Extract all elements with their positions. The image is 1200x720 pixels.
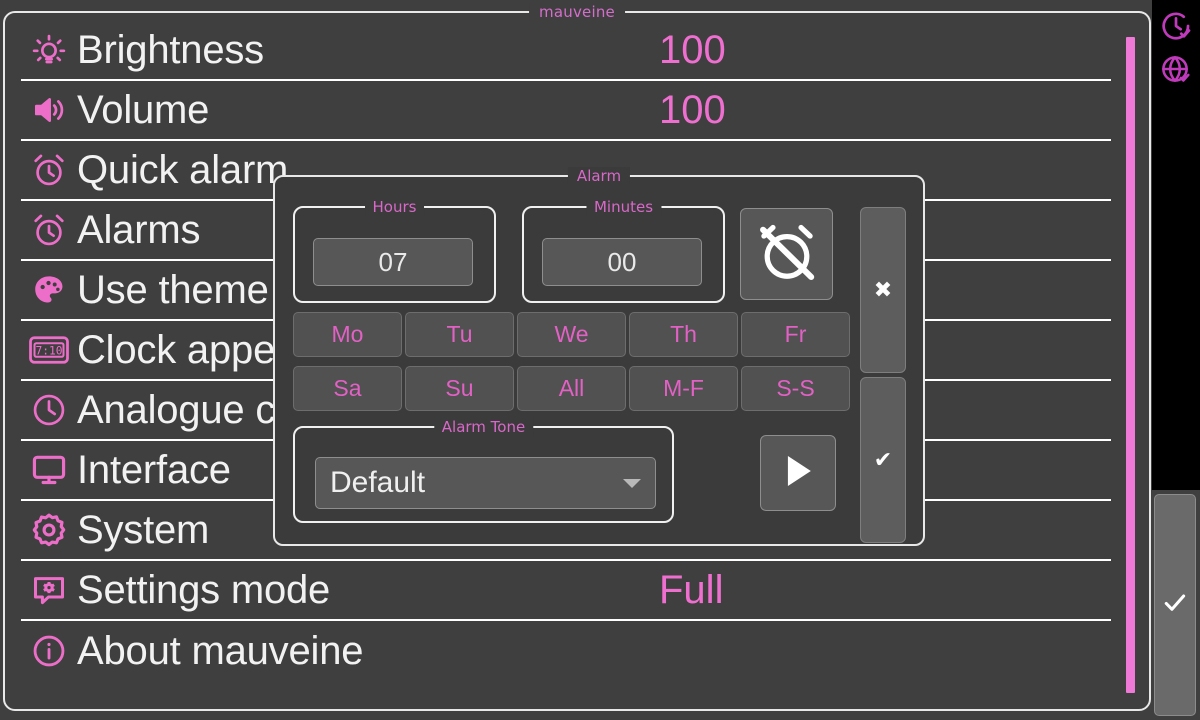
globe-check-icon[interactable] <box>1154 48 1198 92</box>
volume-speaker-icon <box>21 91 77 129</box>
list-item-label: About mauveine <box>77 629 364 673</box>
day-button-tu[interactable]: Tu <box>405 312 514 357</box>
alarm-tone-select[interactable]: Default <box>315 457 656 509</box>
side-confirm-button[interactable] <box>1154 494 1196 716</box>
status-icon-bar <box>1152 0 1200 490</box>
cancel-button[interactable]: ✖ <box>860 207 906 373</box>
list-item-label: Volume <box>77 88 210 132</box>
day-button-mf[interactable]: M-F <box>629 366 738 411</box>
check-icon <box>1161 589 1189 621</box>
list-item-value: Full <box>659 568 724 612</box>
list-item[interactable]: Settings mode Full <box>21 561 1111 621</box>
day-button-sa[interactable]: Sa <box>293 366 402 411</box>
minutes-fieldset: Minutes 00 <box>522 198 725 303</box>
info-icon <box>21 632 77 670</box>
confirm-button[interactable]: ✔ <box>860 377 906 543</box>
gear-icon <box>21 511 77 549</box>
day-button-mo[interactable]: Mo <box>293 312 402 357</box>
brightness-bulb-icon <box>21 31 77 69</box>
list-item[interactable]: Volume 100 <box>21 81 1111 141</box>
list-item-label: Settings mode <box>77 568 331 612</box>
list-item-value: 100 <box>659 28 726 72</box>
day-button-ss[interactable]: S-S <box>741 366 850 411</box>
alarm-clock-icon <box>21 151 77 189</box>
day-button-th[interactable]: Th <box>629 312 738 357</box>
svg-text:7:10: 7:10 <box>35 344 62 357</box>
alarm-tone-selected-value: Default <box>330 466 426 499</box>
play-tone-button[interactable] <box>760 435 836 511</box>
palette-icon <box>21 271 77 309</box>
clock-check-icon[interactable] <box>1154 4 1198 48</box>
alarm-dialog: Alarm Hours 07 Minutes 00 ✖ ✔ Mo Tu We T… <box>273 167 925 546</box>
list-item-label: Alarms <box>77 208 201 252</box>
digital-clock-icon: 7:10 <box>21 335 77 365</box>
minutes-input[interactable]: 00 <box>542 238 702 286</box>
list-item-label: System <box>77 508 210 552</box>
screen-root: mauveine Brightness 100 Volume 100 Quick… <box>0 0 1200 720</box>
alarm-off-icon <box>754 219 820 289</box>
list-item-label: Interface <box>77 448 231 492</box>
day-button-all[interactable]: All <box>517 366 626 411</box>
alarm-tone-legend: Alarm Tone <box>433 418 534 436</box>
list-scrollbar-thumb[interactable] <box>1126 37 1135 693</box>
minutes-legend: Minutes <box>585 198 662 216</box>
list-item-label: Quick alarm <box>77 148 289 192</box>
alarm-tone-fieldset: Alarm Tone Default <box>293 418 674 523</box>
hours-fieldset: Hours 07 <box>293 198 496 303</box>
settings-mode-icon <box>21 572 77 608</box>
day-button-we[interactable]: We <box>517 312 626 357</box>
analog-clock-icon <box>21 391 77 429</box>
list-item-label: Use theme <box>77 268 269 312</box>
hours-legend: Hours <box>364 198 425 216</box>
alarm-clock-icon <box>21 211 77 249</box>
list-item-value: 100 <box>659 88 726 132</box>
hours-input[interactable]: 07 <box>313 238 473 286</box>
list-scrollbar[interactable] <box>1126 37 1135 693</box>
monitor-icon <box>21 451 77 489</box>
day-button-su[interactable]: Su <box>405 366 514 411</box>
alarm-off-toggle-button[interactable] <box>740 208 833 300</box>
day-button-fr[interactable]: Fr <box>741 312 850 357</box>
list-item[interactable]: About mauveine <box>21 621 1111 681</box>
play-icon <box>776 449 820 497</box>
alarm-dialog-title: Alarm <box>567 167 631 185</box>
chevron-down-icon <box>623 478 641 488</box>
window-title: mauveine <box>529 3 625 21</box>
list-item-label: Brightness <box>77 28 264 72</box>
list-item[interactable]: Brightness 100 <box>21 21 1111 81</box>
